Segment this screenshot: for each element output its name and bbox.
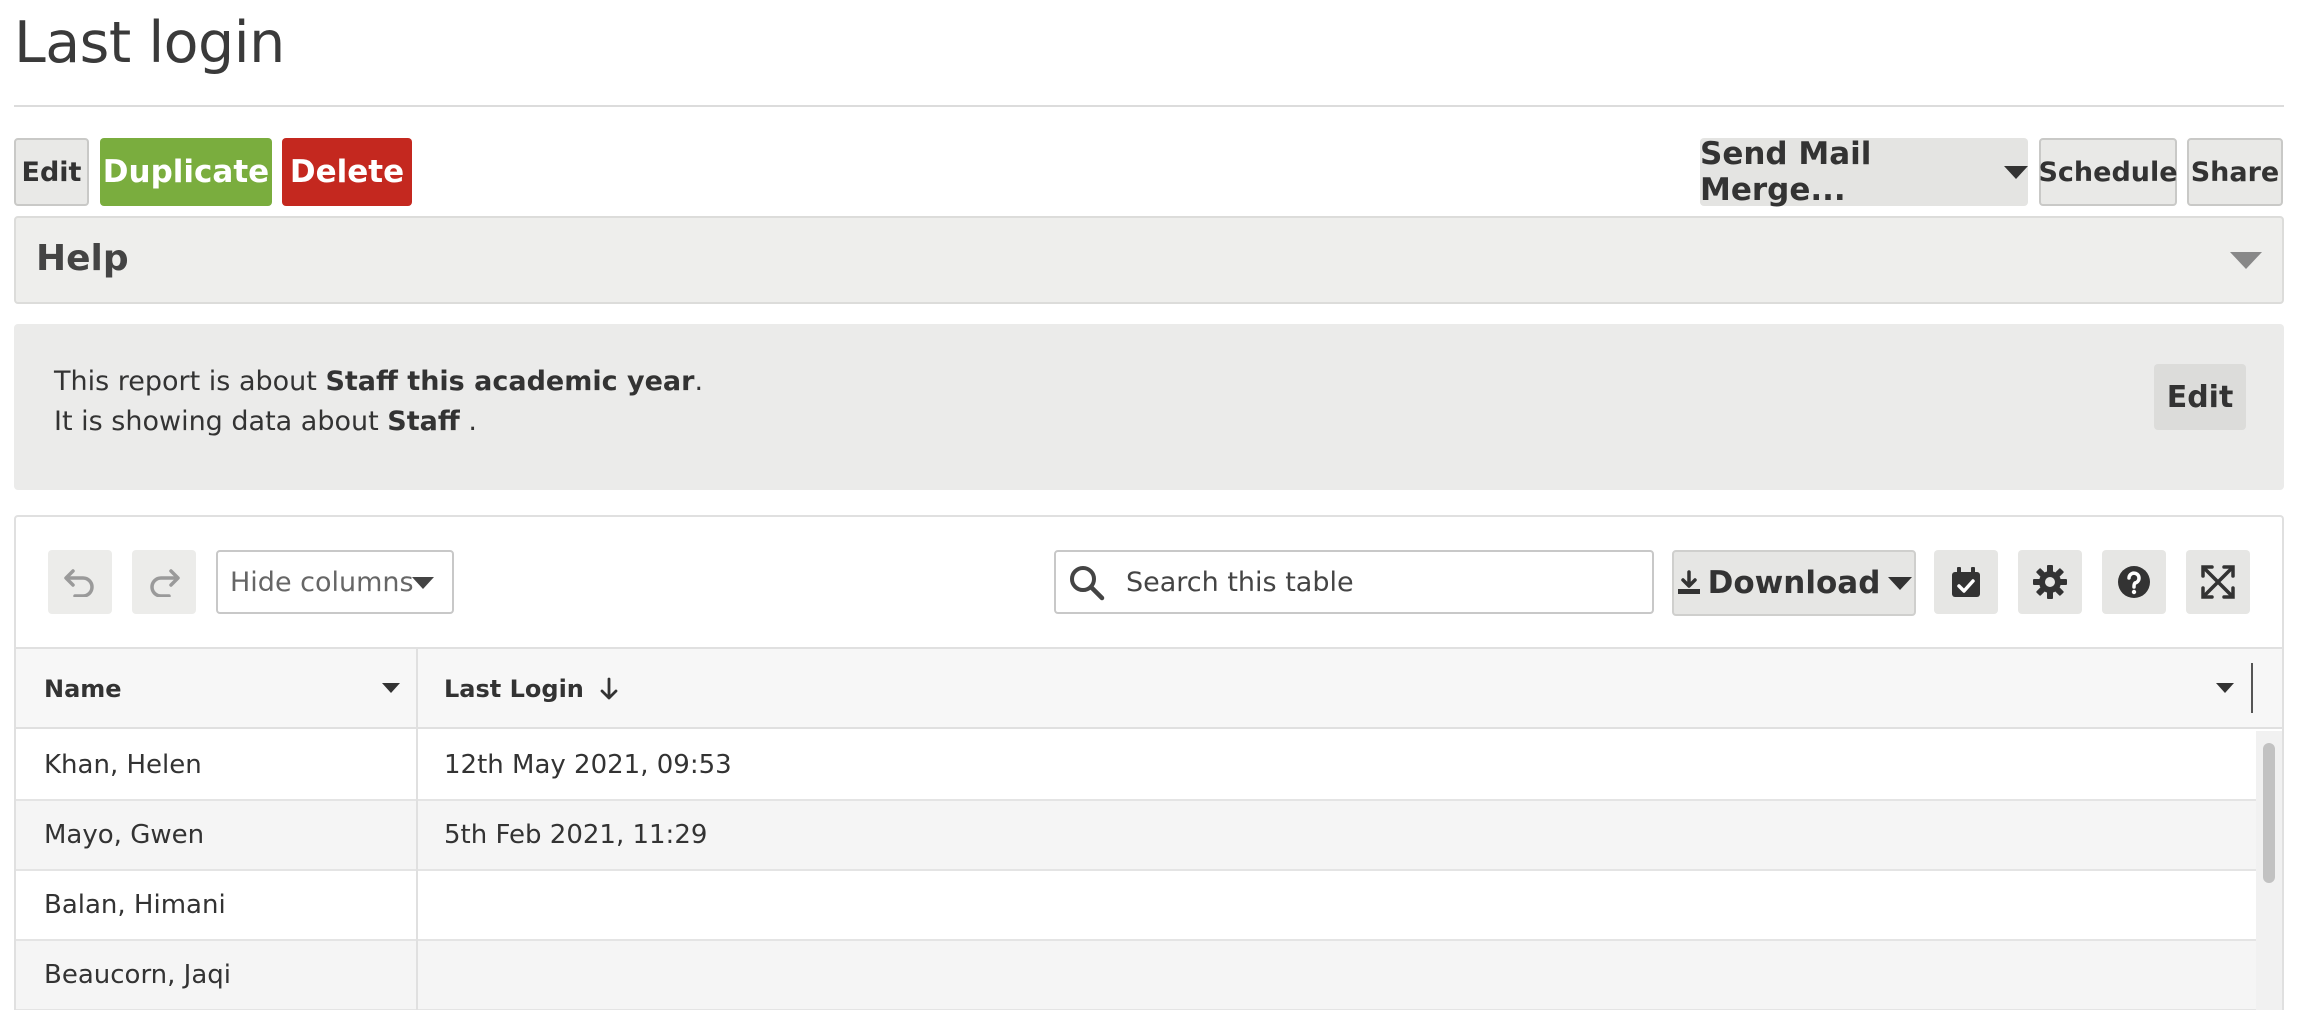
column-menu-icon[interactable] [2216, 683, 2234, 693]
report-about-text: This report is about Staff this academic… [54, 366, 704, 397]
redo-button[interactable] [132, 550, 196, 614]
chevron-down-icon [2230, 252, 2262, 269]
help-title: Help [36, 238, 129, 279]
sort-descending-icon [600, 677, 618, 700]
chevron-down-icon [412, 577, 434, 589]
table-row[interactable]: Beaucorn, Jaqi [16, 941, 2256, 1010]
table-scrollbar[interactable] [2256, 731, 2282, 1010]
edit-button[interactable]: Edit [14, 138, 89, 206]
column-divider [416, 647, 418, 1010]
report-page: Last login Edit Duplicate Delete Send Ma… [14, 0, 2284, 1010]
question-icon [2118, 566, 2150, 598]
send-mail-merge-label: Send Mail Merge... [1700, 136, 1872, 208]
chevron-down-icon [2004, 165, 2028, 179]
download-icon [1677, 570, 1700, 594]
hide-columns-select[interactable]: Hide columns [216, 550, 454, 614]
cell-last-login: 5th Feb 2021, 11:29 [444, 820, 708, 850]
share-button[interactable]: Share [2187, 138, 2283, 206]
search-icon [1070, 566, 1105, 601]
delete-button[interactable]: Delete [282, 138, 412, 206]
fullscreen-button[interactable] [2186, 550, 2250, 614]
column-resize-handle[interactable] [2251, 663, 2253, 713]
schedule-calendar-button[interactable] [1934, 550, 1998, 614]
duplicate-button[interactable]: Duplicate [100, 138, 272, 206]
expand-icon [2201, 565, 2235, 599]
edit-report-source-button[interactable]: Edit [2154, 364, 2246, 430]
column-header-name[interactable]: Name [44, 649, 122, 729]
redo-icon [150, 569, 180, 597]
column-header-last-login-label: Last Login [444, 675, 584, 703]
help-button[interactable] [2102, 550, 2166, 614]
report-data-text: It is showing data about Staff . [54, 406, 477, 437]
chevron-down-icon [1888, 576, 1913, 590]
download-label: Download [1707, 565, 1881, 601]
page-title: Last login [14, 10, 285, 76]
column-header-last-login[interactable]: Last Login [444, 649, 620, 729]
table-header: Name Last Login [16, 647, 2282, 729]
cell-last-login: 12th May 2021, 09:53 [444, 750, 732, 780]
report-subject: Staff this academic year [325, 366, 695, 397]
title-divider [14, 105, 2284, 107]
gear-icon [2033, 565, 2067, 599]
schedule-button[interactable]: Schedule [2038, 138, 2178, 206]
search-input[interactable] [1126, 552, 1646, 612]
table-row[interactable]: Khan, Helen 12th May 2021, 09:53 [16, 731, 2256, 801]
table-row[interactable]: Mayo, Gwen 5th Feb 2021, 11:29 [16, 801, 2256, 871]
undo-icon [64, 569, 94, 597]
cell-name: Khan, Helen [44, 750, 202, 780]
table-search [1054, 550, 1654, 614]
column-menu-icon[interactable] [382, 683, 400, 693]
download-button[interactable]: Download [1672, 550, 1916, 616]
report-data-subject: Staff [387, 406, 460, 437]
settings-button[interactable] [2018, 550, 2082, 614]
cell-name: Beaucorn, Jaqi [44, 960, 232, 990]
help-panel-toggle[interactable]: Help [14, 216, 2284, 304]
table-panel: Hide columns Download [14, 515, 2284, 1010]
cell-name: Balan, Himani [44, 890, 226, 920]
cell-name: Mayo, Gwen [44, 820, 205, 850]
undo-button[interactable] [48, 550, 112, 614]
send-mail-merge-button[interactable]: Send Mail Merge... [1700, 136, 2028, 208]
calendar-check-icon [1952, 567, 1980, 597]
scrollbar-thumb[interactable] [2263, 743, 2275, 883]
report-info-box: This report is about Staff this academic… [14, 324, 2284, 490]
hide-columns-label: Hide columns [230, 566, 414, 598]
table-row[interactable]: Balan, Himani [16, 871, 2256, 941]
